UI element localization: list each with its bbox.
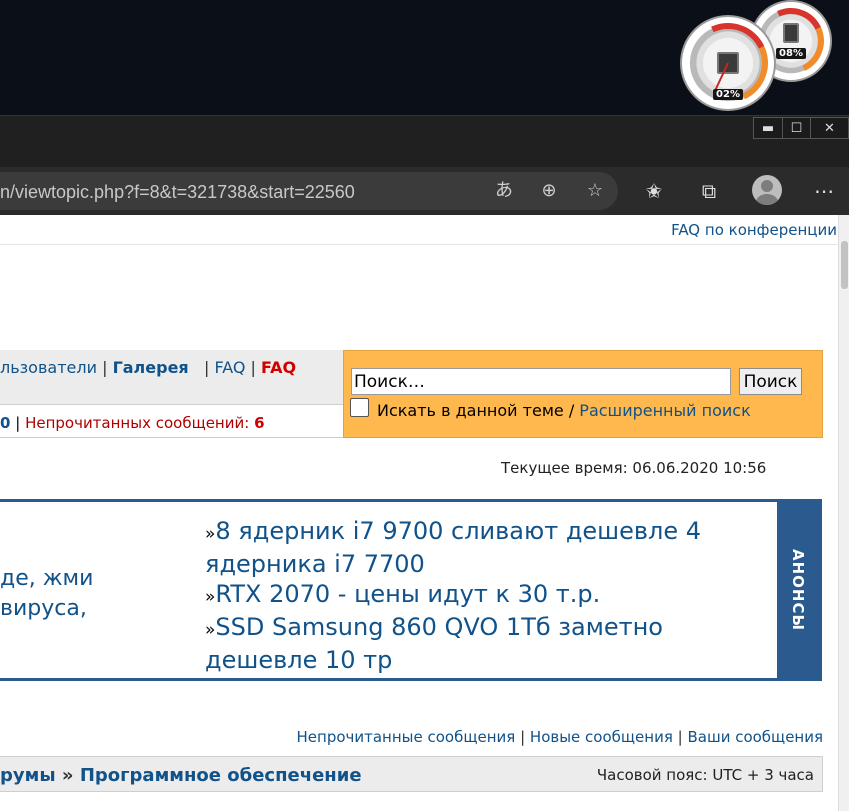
announce-item-text[interactable]: RTX 2070 - цены идут к 30 т.р. [215,580,600,608]
favorite-star-icon[interactable]: ☆ [582,178,608,204]
breadcrumb-forums[interactable]: румы [0,765,56,786]
separator: | [520,728,526,746]
maximize-button[interactable]: ☐ [782,118,810,138]
breadcrumb-bar: румы » Программное обеспечение Часовой п… [0,756,823,792]
address-url[interactable]: n/viewtopic.php?f=8&t=321738&start=22560 [0,182,355,203]
faq-conference-link[interactable]: FAQ по конференции [671,221,837,239]
separator: | [203,358,210,377]
browser-titlebar [0,115,849,167]
web-page: FAQ по конференции льзователи | Галерея … [0,215,849,811]
announce-list: »8 ядерник i7 9700 сливают дешевле 4 яде… [205,516,765,675]
search-in-topic-label: Искать в данной теме / Расширенный поиск [377,401,751,420]
bullet-icon: » [205,620,216,640]
search-in-topic-checkbox[interactable] [350,398,369,417]
page-scrollbar[interactable] [838,215,849,811]
more-menu-icon[interactable]: ⋯ [808,175,840,207]
left-line-1[interactable]: де, жми [0,564,93,594]
new-messages-link[interactable]: Новые сообщения [530,728,673,746]
profile-avatar[interactable] [752,175,782,205]
minimize-button[interactable]: ▬ [754,118,782,138]
favorites-list-icon[interactable]: ✬ [638,175,670,207]
message-links: Непрочитанные сообщения | Новые сообщени… [297,728,824,746]
announce-item[interactable]: »RTX 2070 - цены идут к 30 т.р. [205,579,765,612]
unread-messages-link-bottom[interactable]: Непрочитанные сообщения [297,728,516,746]
close-button[interactable]: ✕ [810,118,848,138]
translate-icon[interactable]: あ [491,178,517,204]
advanced-search-link[interactable]: Расширенный поиск [579,401,750,420]
checkbox-text: Искать в данной теме / [377,401,575,420]
announce-item-text[interactable]: 8 ядерник i7 9700 сливают дешевле 4 ядер… [205,517,701,578]
unread-messages-link[interactable]: Непрочитанных сообщений: [25,414,249,432]
timezone-label: Часовой пояс: UTC + 3 часа [596,766,814,784]
announce-item-text[interactable]: SSD Samsung 860 QVO 1Тб заметно дешевле … [205,613,663,674]
browser-toolbar: n/viewtopic.php?f=8&t=321738&start=22560… [0,167,849,215]
nav-faq-red-link[interactable]: FAQ [261,358,296,377]
window-controls: ▬ ☐ ✕ [753,117,849,139]
collections-icon[interactable]: ⧉ [693,175,725,207]
cpu-gauge-gadget[interactable]: 02% [676,11,780,115]
announce-item[interactable]: »SSD Samsung 860 QVO 1Тб заметно дешевле… [205,612,765,675]
scrollbar-thumb[interactable] [841,241,848,289]
unread-count[interactable]: 6 [254,414,264,432]
address-bar[interactable]: n/viewtopic.php?f=8&t=321738&start=22560… [0,172,618,210]
search-input[interactable] [351,368,731,395]
current-time: Текущее время: 06.06.2020 10:56 [501,459,767,477]
announcements-panel: де, жми вируса, »8 ядерник i7 9700 слива… [0,499,822,681]
ram-readout: 08% [776,48,806,59]
bullet-icon: » [205,524,216,544]
search-button[interactable]: Поиск [739,368,802,395]
prev-count[interactable]: 0 [0,414,10,432]
announce-left-text[interactable]: де, жми вируса, [0,564,93,624]
bullet-icon: » [205,587,216,607]
memory-icon [783,23,799,44]
separator: | [250,358,256,377]
separator: | [677,728,683,746]
breadcrumb-software[interactable]: Программное обеспечение [80,765,362,786]
breadcrumb-separator: » [61,765,74,786]
left-line-2[interactable]: вируса, [0,594,93,624]
announce-side-label: АНОНСЫ [789,548,807,632]
cpu-readout: 02% [713,89,743,100]
nav-links: льзователи | Галерея | FAQ | FAQ [0,358,296,377]
nav-users-link[interactable]: льзователи [0,358,97,377]
announce-side-tab: АНОНСЫ [777,502,819,678]
your-messages-link[interactable]: Ваши сообщения [687,728,823,746]
nav-faq-link[interactable]: FAQ [214,358,245,377]
unread-messages-line: 0 | Непрочитанных сообщений: 6 [0,414,265,432]
separator: | [15,414,21,432]
search-box: Поиск Искать в данной теме / Расширенный… [343,350,823,438]
breadcrumb: румы » Программное обеспечение [0,765,362,786]
nav-gallery-link[interactable]: Галерея [113,358,189,377]
separator: | [102,358,108,377]
announce-item[interactable]: »8 ядерник i7 9700 сливают дешевле 4 яде… [205,516,765,579]
zoom-icon[interactable]: ⊕ [536,178,562,204]
